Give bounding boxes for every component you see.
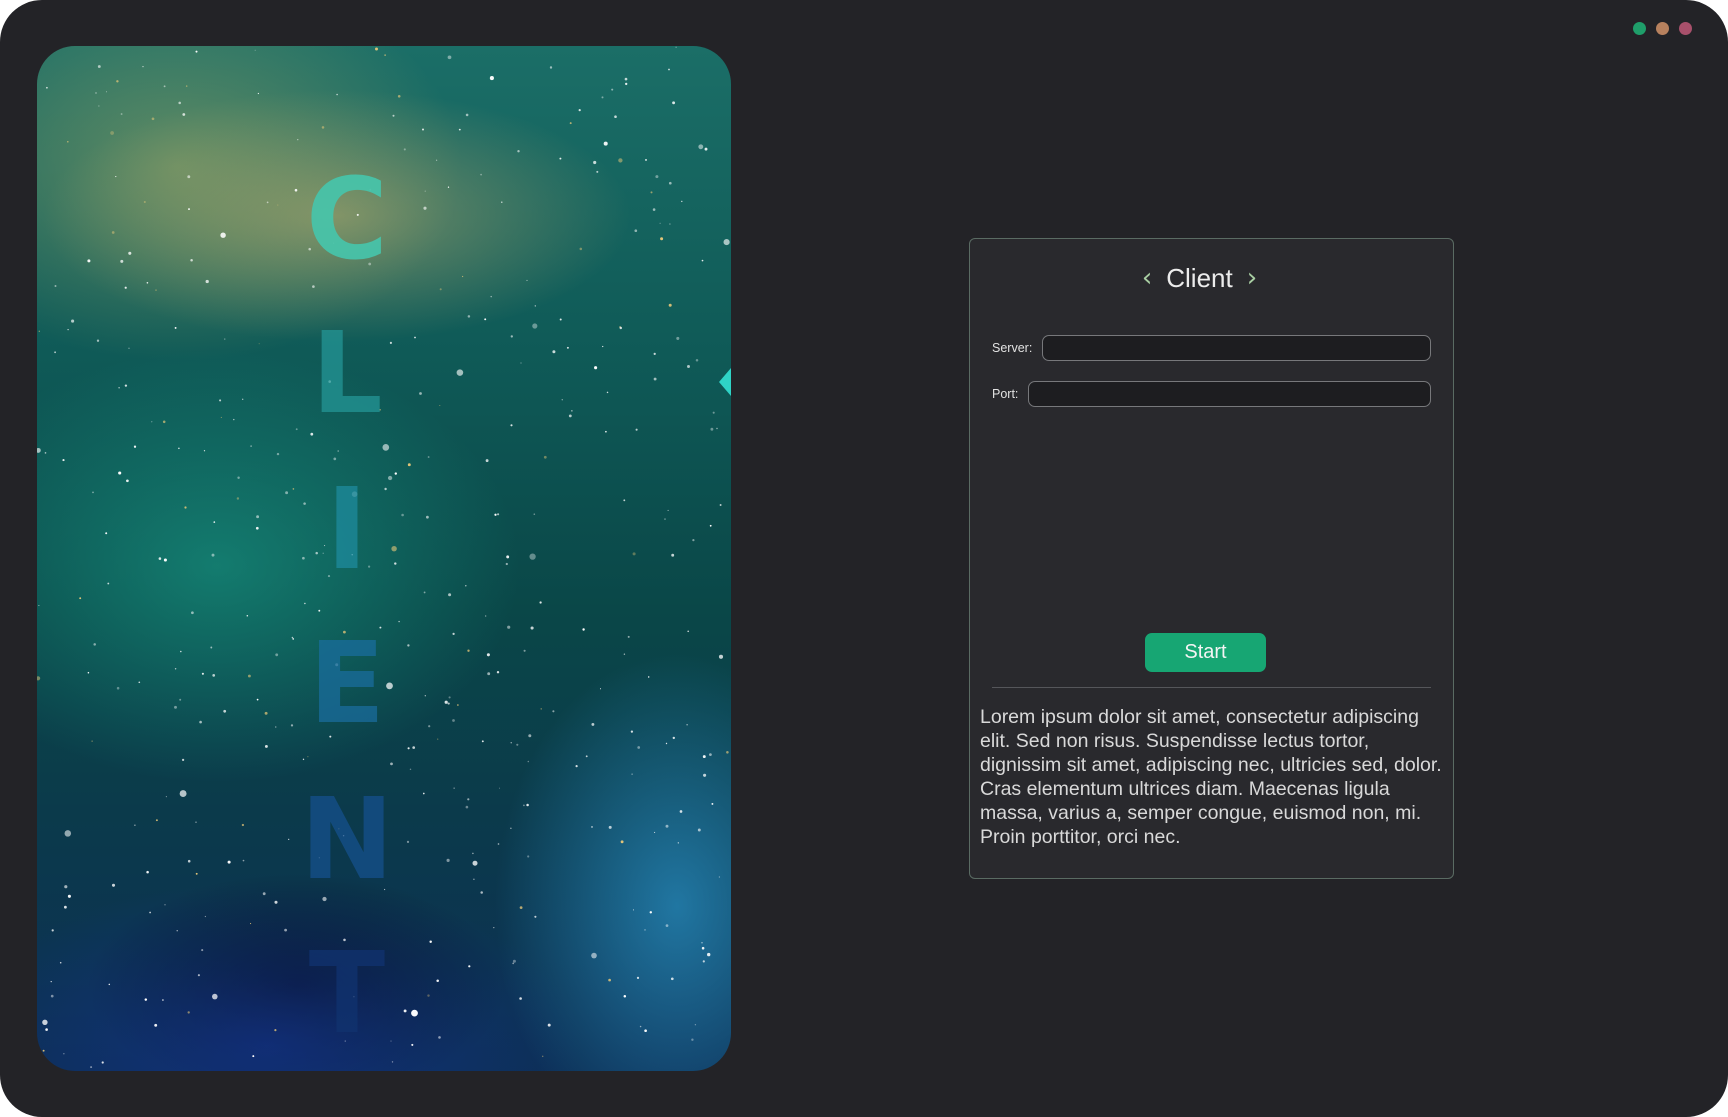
hero-letter: E bbox=[308, 619, 386, 749]
edge-gem-shape bbox=[719, 368, 731, 396]
window-minimize-dot[interactable] bbox=[1656, 22, 1669, 35]
hero-letter: T bbox=[308, 929, 386, 1059]
hero-image-panel: C L I E N T bbox=[37, 46, 731, 1071]
port-label: Port: bbox=[992, 387, 1019, 401]
client-form-card: ‹ Client › Server: Port: Start Lorem ips… bbox=[969, 238, 1454, 879]
server-label: Server: bbox=[992, 341, 1033, 355]
start-button[interactable]: Start bbox=[1145, 633, 1266, 672]
port-input[interactable] bbox=[1028, 381, 1431, 407]
hero-letter: C bbox=[305, 155, 389, 285]
divider bbox=[992, 687, 1431, 688]
hero-letter: I bbox=[326, 465, 368, 595]
window-controls bbox=[1633, 22, 1692, 35]
port-field-row: Port: bbox=[992, 381, 1431, 407]
server-field-row: Server: bbox=[992, 335, 1431, 361]
server-input[interactable] bbox=[1042, 335, 1431, 361]
window-close-dot[interactable] bbox=[1633, 22, 1646, 35]
hero-letter: N bbox=[300, 775, 394, 905]
description-text: Lorem ipsum dolor sit amet, consectetur … bbox=[980, 706, 1442, 848]
card-header: ‹ Client › bbox=[958, 265, 1441, 291]
chevron-right-icon[interactable]: › bbox=[1247, 265, 1257, 291]
window-maximize-dot[interactable] bbox=[1679, 22, 1692, 35]
chevron-left-icon[interactable]: ‹ bbox=[1142, 265, 1152, 291]
hero-letter: L bbox=[311, 309, 383, 439]
app-window: C L I E N T ‹ Client › Server: Port: Sta… bbox=[0, 0, 1728, 1117]
card-title: Client bbox=[1166, 263, 1233, 293]
